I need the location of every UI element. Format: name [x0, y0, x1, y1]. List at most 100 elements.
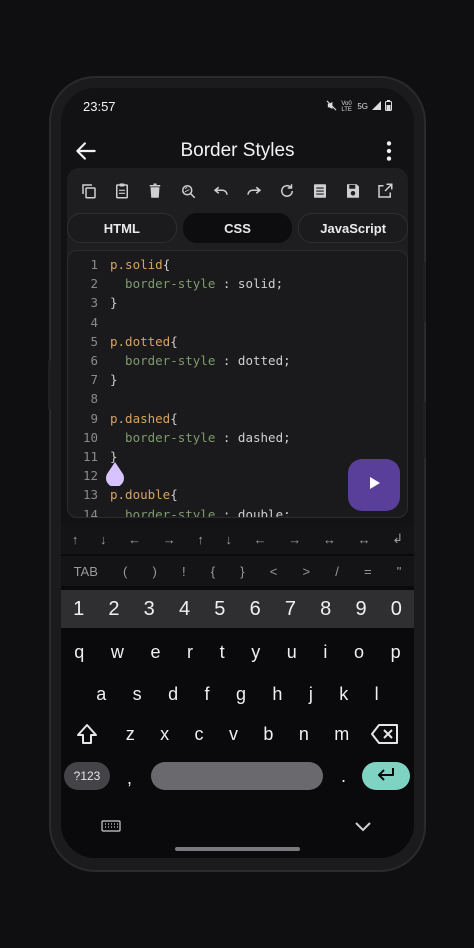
letter-key[interactable]: e	[150, 642, 160, 663]
symbol-key[interactable]: !	[182, 564, 186, 579]
letter-key[interactable]: x	[160, 724, 169, 745]
code-token: p.dashed	[110, 410, 171, 426]
letter-key[interactable]: z	[126, 724, 135, 745]
code-line[interactable]: 2 border-style : solid;	[68, 274, 407, 293]
arrow-key[interactable]: ↔	[358, 532, 371, 547]
letter-key[interactable]: c	[195, 724, 204, 745]
letter-key[interactable]: l	[375, 684, 379, 705]
space-key[interactable]	[151, 762, 323, 790]
arrow-key[interactable]: ↔	[323, 532, 336, 547]
run-button[interactable]	[348, 459, 400, 511]
letter-key[interactable]: j	[309, 684, 313, 705]
enter-key[interactable]	[362, 762, 410, 790]
letter-key[interactable]: p	[391, 642, 401, 663]
paste-icon[interactable]	[111, 180, 133, 202]
arrow-key[interactable]: ↓	[226, 532, 233, 547]
letter-key[interactable]: h	[272, 684, 282, 705]
arrow-key[interactable]: ↑	[197, 532, 204, 547]
more-vertical-icon[interactable]	[376, 138, 402, 164]
number-key[interactable]: 7	[285, 598, 296, 621]
arrow-key[interactable]: ←	[128, 532, 141, 547]
code-token: {	[170, 487, 178, 503]
delete-icon[interactable]	[144, 180, 166, 202]
letter-key[interactable]: g	[236, 684, 246, 705]
arrow-key[interactable]: ↓	[100, 532, 107, 547]
arrow-key[interactable]: ↲	[392, 531, 403, 547]
open-external-icon[interactable]	[374, 180, 396, 202]
refresh-icon[interactable]	[276, 180, 298, 202]
number-key[interactable]: 4	[179, 598, 190, 621]
copy-icon[interactable]	[78, 180, 100, 202]
letter-key[interactable]: u	[287, 642, 297, 663]
symbol-key[interactable]: {	[211, 564, 215, 579]
letter-key[interactable]: v	[229, 724, 238, 745]
symbol-key[interactable]: /	[335, 564, 339, 579]
symbol-key[interactable]: =	[364, 564, 372, 579]
code-line[interactable]: 1 p.solid{	[68, 255, 407, 274]
letter-key[interactable]: b	[263, 724, 273, 745]
code-token: p.solid	[110, 257, 163, 272]
code-token: }	[110, 372, 118, 388]
symbol-key[interactable]: TAB	[74, 564, 98, 579]
code-line[interactable]: 6 border-style : dotted;	[68, 351, 407, 370]
code-line[interactable]: 10 border-style : dashed;	[68, 428, 407, 447]
letter-key[interactable]: n	[299, 724, 309, 745]
letter-key[interactable]: s	[133, 684, 142, 705]
symbol-key[interactable]: >	[302, 564, 310, 579]
number-key[interactable]: 0	[391, 598, 402, 621]
document-icon[interactable]	[309, 180, 331, 202]
arrow-key[interactable]: ←	[254, 532, 267, 547]
code-line[interactable]: 3}	[68, 293, 407, 312]
redo-icon[interactable]	[243, 180, 265, 202]
arrow-key[interactable]: →	[163, 532, 176, 547]
code-line[interactable]: 9 p.dashed{	[68, 409, 407, 428]
number-key[interactable]: 5	[214, 598, 225, 621]
backspace-icon[interactable]	[371, 722, 399, 746]
number-key[interactable]: 3	[144, 598, 155, 621]
letter-key[interactable]: a	[96, 684, 106, 705]
chevron-down-icon[interactable]	[353, 818, 373, 834]
arrow-key[interactable]: ↑	[72, 532, 79, 547]
number-key[interactable]: 2	[108, 598, 119, 621]
letter-key[interactable]: f	[205, 684, 210, 705]
letter-key[interactable]: d	[168, 684, 178, 705]
undo-icon[interactable]	[210, 180, 232, 202]
tab-html[interactable]: HTML	[67, 213, 177, 243]
volte-icon: Vo0 LTE	[341, 100, 352, 113]
save-icon[interactable]	[342, 180, 364, 202]
letter-key[interactable]: o	[354, 642, 364, 663]
symbol-key[interactable]: }	[240, 564, 244, 579]
comma-key[interactable]: ,	[127, 768, 132, 789]
code-line[interactable]: 8	[68, 389, 407, 408]
period-key[interactable]: .	[341, 766, 346, 787]
symbol-key[interactable]: <	[270, 564, 278, 579]
letter-key[interactable]: q	[74, 642, 84, 663]
find-replace-icon[interactable]	[177, 180, 199, 202]
letter-key[interactable]: w	[111, 642, 124, 663]
symbol-key[interactable]: )	[153, 564, 157, 579]
letter-key[interactable]: k	[339, 684, 348, 705]
letter-key[interactable]: m	[334, 724, 349, 745]
letter-key[interactable]: t	[220, 642, 225, 663]
letter-key[interactable]: r	[187, 642, 193, 663]
letter-key[interactable]: y	[251, 642, 260, 663]
cursor-handle-icon[interactable]	[105, 462, 125, 488]
code-line[interactable]: 7}	[68, 370, 407, 389]
number-key[interactable]: 8	[320, 598, 331, 621]
symbol-key[interactable]: "	[397, 564, 402, 579]
number-key[interactable]: 1	[73, 598, 84, 621]
code-line[interactable]: 5 p.dotted{	[68, 332, 407, 351]
code-line[interactable]: 4	[68, 313, 407, 332]
keyboard-switch-icon[interactable]	[101, 818, 121, 834]
symbols-mode-key[interactable]: ?123	[64, 762, 110, 790]
tab-css[interactable]: CSS	[182, 213, 293, 243]
letter-key[interactable]: i	[323, 642, 327, 663]
tab-javascript[interactable]: JavaScript	[298, 213, 409, 243]
symbol-key[interactable]: (	[123, 564, 127, 579]
arrow-key[interactable]: →	[288, 532, 301, 547]
shift-icon[interactable]	[75, 722, 99, 746]
code-token: : dotted;	[215, 353, 291, 368]
code-text: }	[110, 370, 118, 389]
number-key[interactable]: 9	[355, 598, 366, 621]
number-key[interactable]: 6	[250, 598, 261, 621]
